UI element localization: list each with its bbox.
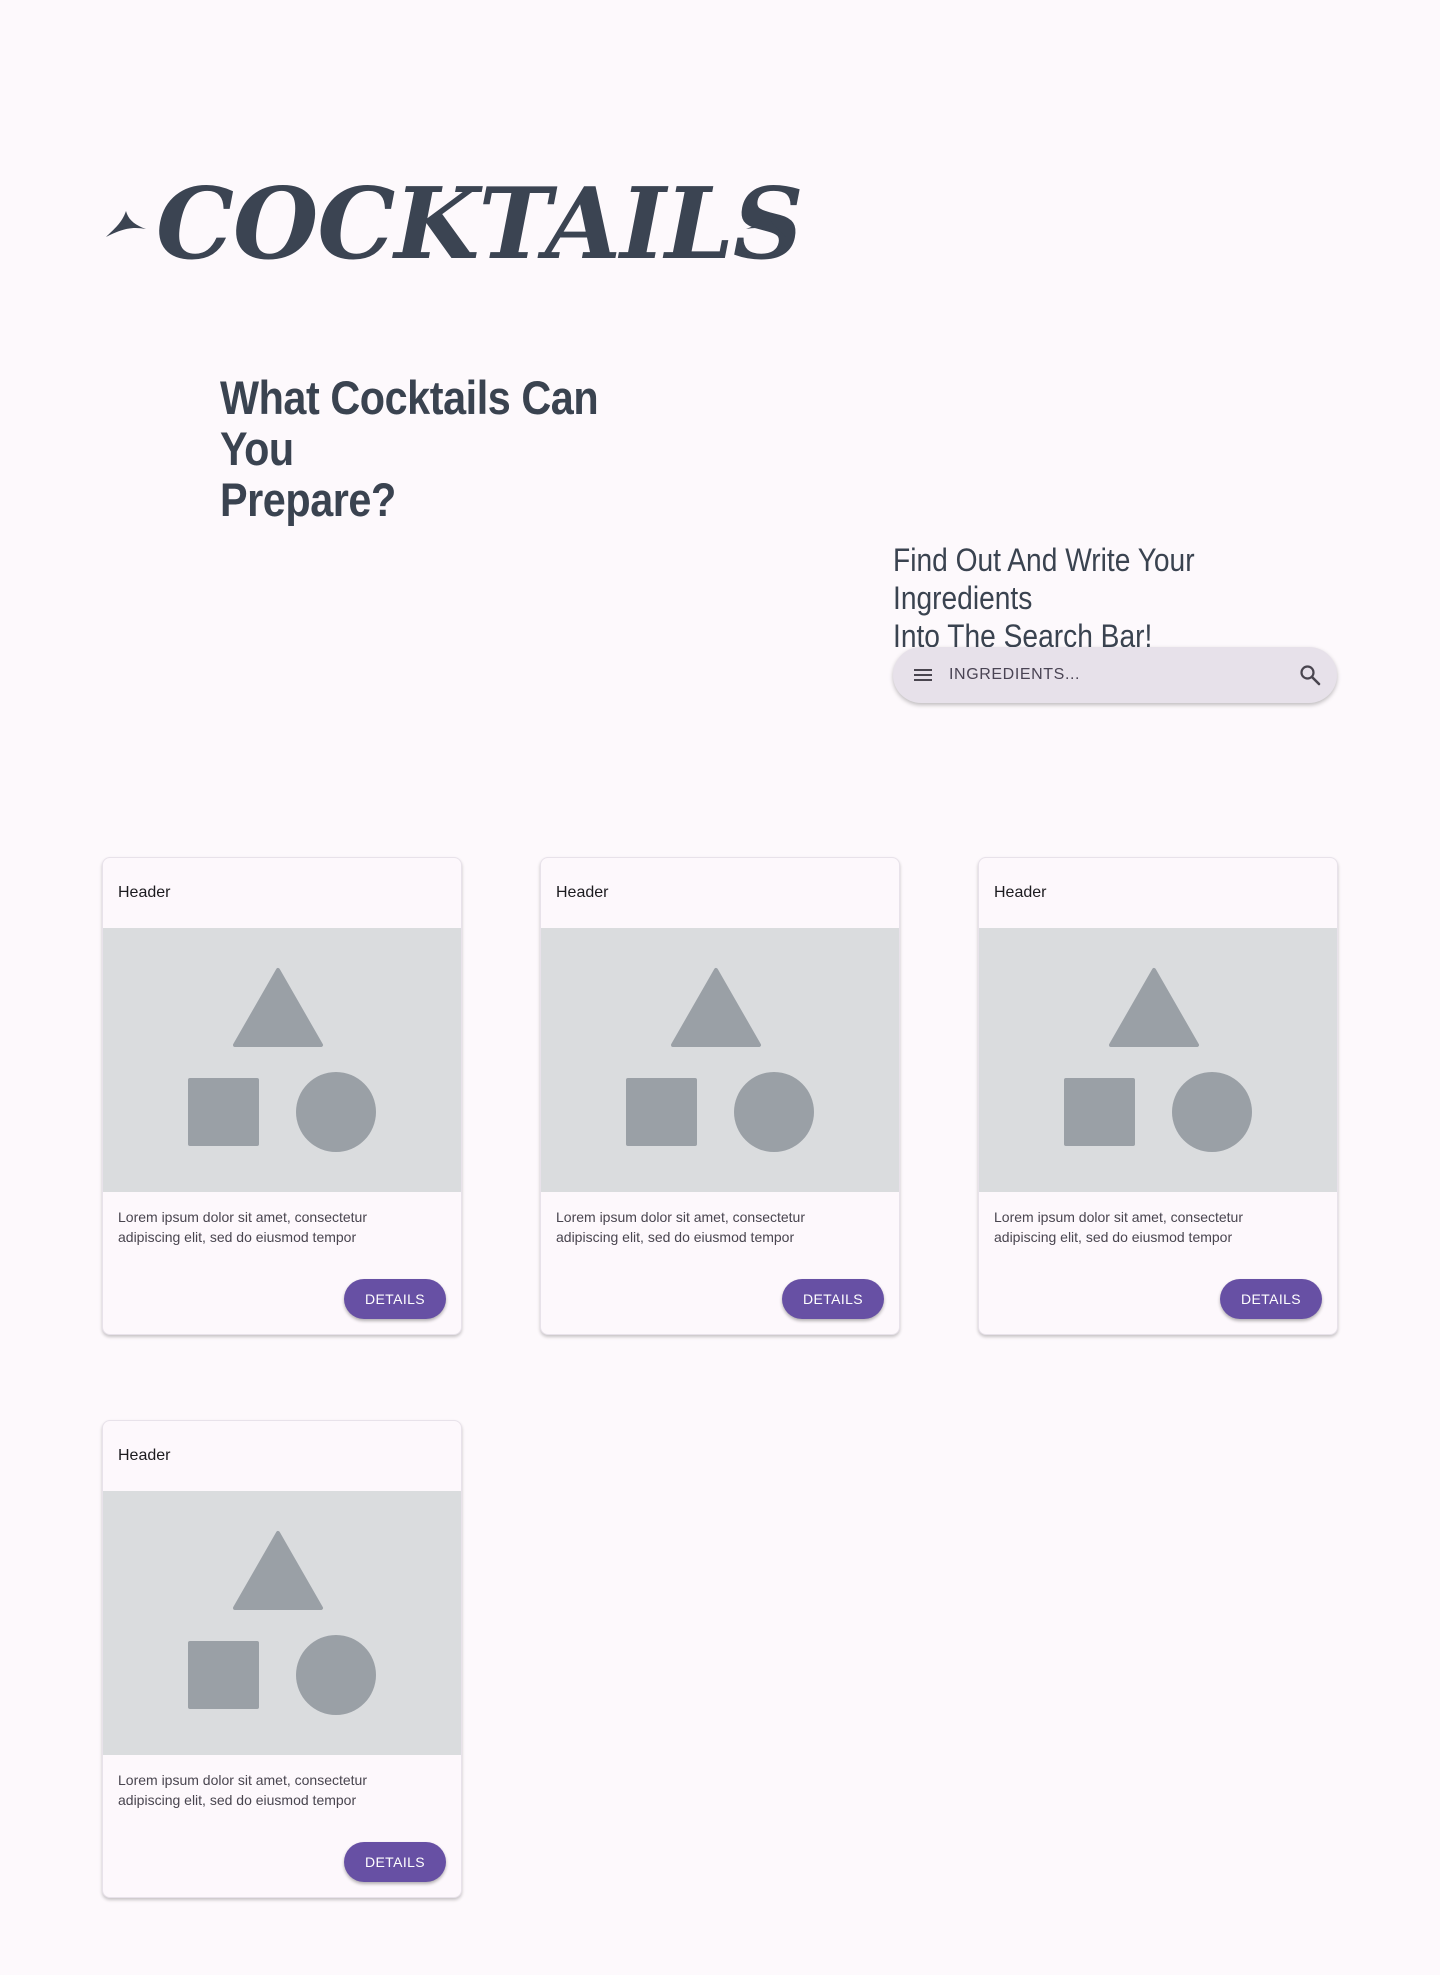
card-header: Header xyxy=(118,884,171,901)
ingredient-search-bar xyxy=(893,647,1337,703)
headline-line-2: Prepare? xyxy=(220,473,396,526)
cocktail-card: Header Lorem ipsum dolor sit amet, conse… xyxy=(540,857,900,1335)
card-description: Lorem ipsum dolor sit amet, consectetur … xyxy=(118,1770,448,1810)
right-wing-ornament-icon xyxy=(746,211,786,237)
card-description-line-1: Lorem ipsum dolor sit amet, consectetur xyxy=(118,1772,367,1788)
card-description: Lorem ipsum dolor sit amet, consectetur … xyxy=(118,1207,448,1247)
card-image xyxy=(103,1491,461,1755)
logo-text: COCKTAILS xyxy=(156,167,804,282)
details-button[interactable]: DETAILS xyxy=(344,1279,446,1319)
card-image xyxy=(103,928,461,1192)
card-description-line-2: adipiscing elit, sed do eiusmod tempor xyxy=(118,1229,357,1245)
card-description: Lorem ipsum dolor sit amet, consectetur … xyxy=(556,1207,886,1247)
search-input[interactable] xyxy=(949,661,1269,689)
page-headline: What Cocktails Can You Prepare? xyxy=(220,372,678,525)
cocktail-card: Header Lorem ipsum dolor sit amet, conse… xyxy=(978,857,1338,1335)
search-icon[interactable] xyxy=(1299,664,1321,686)
card-header: Header xyxy=(994,884,1047,901)
cocktail-card: Header Lorem ipsum dolor sit amet, conse… xyxy=(102,1420,462,1898)
cocktails-logo: COCKTAILS xyxy=(104,165,804,285)
card-description-line-1: Lorem ipsum dolor sit amet, consectetur xyxy=(994,1209,1243,1225)
card-image xyxy=(541,928,899,1192)
card-description: Lorem ipsum dolor sit amet, consectetur … xyxy=(994,1207,1324,1247)
cocktail-card: Header Lorem ipsum dolor sit amet, conse… xyxy=(102,857,462,1335)
search-prompt-line-1: Find Out And Write Your Ingredients xyxy=(893,542,1195,616)
details-button[interactable]: DETAILS xyxy=(344,1842,446,1882)
card-header: Header xyxy=(556,884,609,901)
image-placeholder-icon xyxy=(1064,968,1252,1152)
card-image xyxy=(979,928,1337,1192)
left-wing-ornament-icon xyxy=(106,211,146,237)
search-prompt: Find Out And Write Your Ingredients Into… xyxy=(893,541,1307,655)
card-description-line-2: adipiscing elit, sed do eiusmod tempor xyxy=(994,1229,1233,1245)
card-description-line-1: Lorem ipsum dolor sit amet, consectetur xyxy=(556,1209,805,1225)
details-button[interactable]: DETAILS xyxy=(1220,1279,1322,1319)
card-description-line-2: adipiscing elit, sed do eiusmod tempor xyxy=(556,1229,795,1245)
card-description-line-1: Lorem ipsum dolor sit amet, consectetur xyxy=(118,1209,367,1225)
details-button[interactable]: DETAILS xyxy=(782,1279,884,1319)
card-description-line-2: adipiscing elit, sed do eiusmod tempor xyxy=(118,1792,357,1808)
image-placeholder-icon xyxy=(188,1531,376,1715)
menu-icon[interactable] xyxy=(913,666,933,684)
card-header: Header xyxy=(118,1447,171,1464)
headline-line-1: What Cocktails Can You xyxy=(220,371,599,475)
image-placeholder-icon xyxy=(626,968,814,1152)
image-placeholder-icon xyxy=(188,968,376,1152)
